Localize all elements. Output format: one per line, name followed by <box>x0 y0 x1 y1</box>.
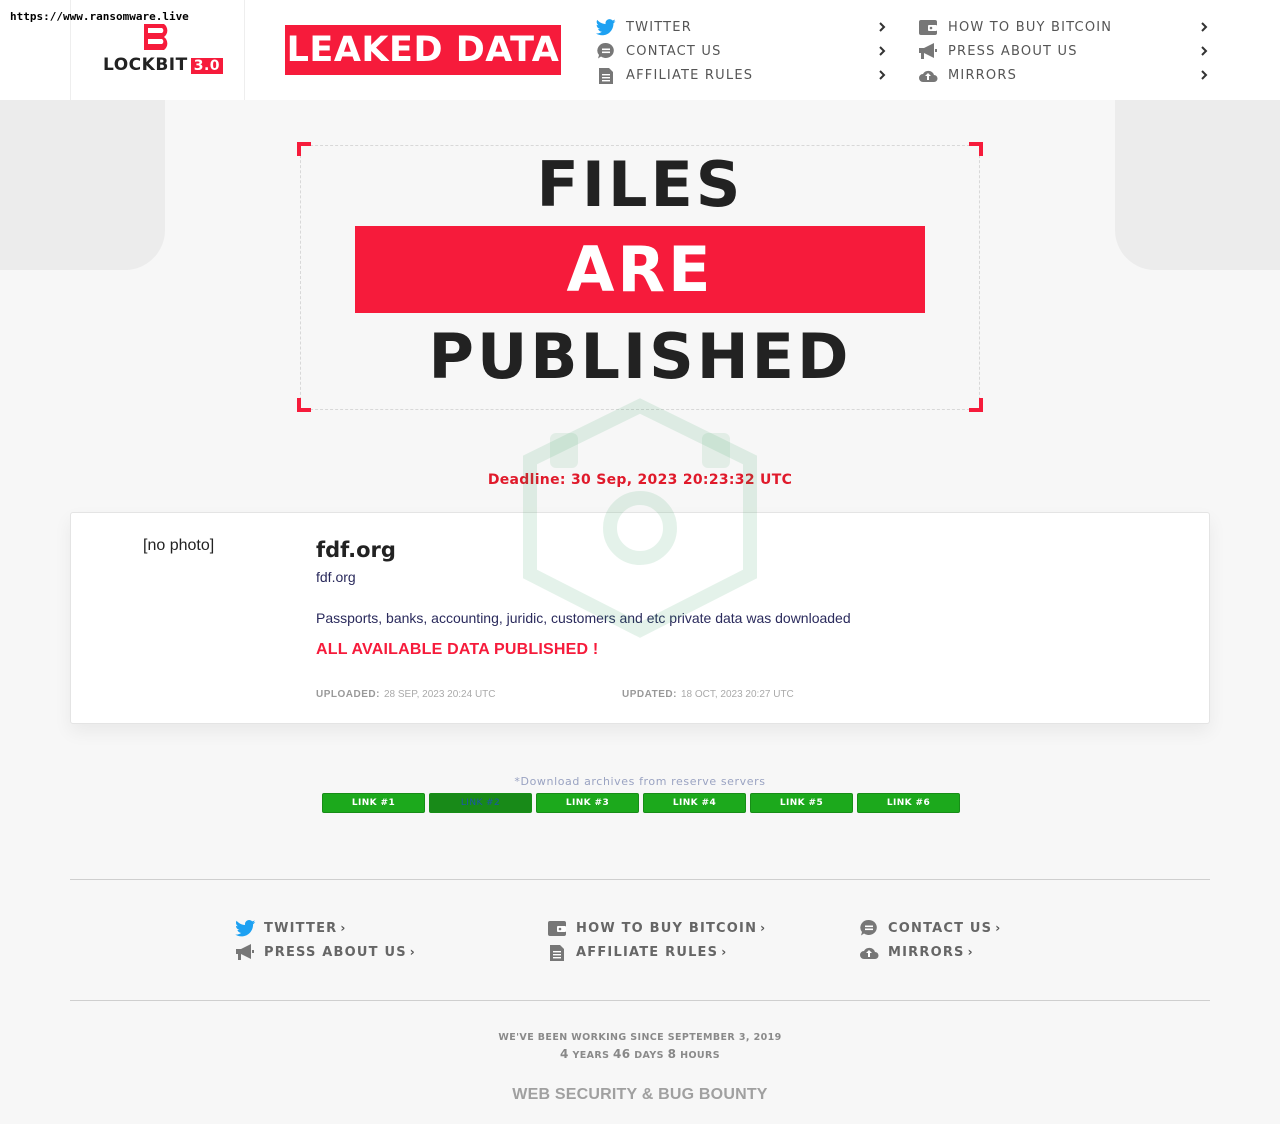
nav-press-label: PRESS ABOUT US <box>948 43 1078 59</box>
leak-post-card: [no photo] fdf.org fdf.org Passports, ba… <box>70 512 1210 724</box>
chevron-right-icon: › <box>721 945 727 959</box>
updated-date: UPDATED: 18 OCT, 2023 20:27 UTC <box>622 689 794 700</box>
download-link-3[interactable]: LINK #3 <box>536 793 639 813</box>
footer-twitter-label: TWITTER <box>264 920 338 936</box>
uploaded-date: UPLOADED: 28 SEP, 2023 20:24 UTC <box>316 689 496 700</box>
megaphone-icon <box>918 41 938 61</box>
background-decoration-right <box>1115 100 1280 270</box>
nav-mirrors-label: MIRRORS <box>948 67 1018 83</box>
chevron-right-icon <box>1201 46 1208 56</box>
footer-how-to-buy-bitcoin[interactable]: HOW TO BUY BITCOIN › <box>546 917 765 939</box>
download-link-4[interactable]: LINK #4 <box>643 793 746 813</box>
nav-affiliate-label: AFFILIATE RULES <box>626 67 754 83</box>
footer-divider-top <box>70 879 1210 880</box>
nav-affiliate-rules[interactable]: AFFILIATE RULES <box>596 63 888 87</box>
footer-press-label: PRESS ABOUT US <box>264 944 407 960</box>
frame-corner <box>969 398 983 412</box>
source-url-label: https://www.ransomware.live <box>10 10 189 23</box>
chevron-right-icon: › <box>760 921 766 935</box>
footer-mirrors[interactable]: MIRRORS › <box>858 941 973 963</box>
logo-wordmark: LOCKBIT 3.0 <box>103 55 224 75</box>
download-link-1[interactable]: LINK #1 <box>322 793 425 813</box>
chevron-right-icon: › <box>995 921 1001 935</box>
hero-are: ARE <box>566 233 714 306</box>
lockbit-logo-mark <box>144 24 168 50</box>
site-header: LOCKBIT 3.0 LEAKED DATA TWITTER CONTACT U… <box>0 0 1280 100</box>
post-photo-placeholder: [no photo] <box>143 537 215 554</box>
post-title: fdf.org <box>316 538 396 562</box>
frame-corner <box>297 398 311 412</box>
nav-contact-label: CONTACT US <box>626 43 722 59</box>
bug-bounty-link[interactable]: WEB SECURITY & BUG BOUNTY <box>0 1086 1280 1104</box>
footer-bitcoin-label: HOW TO BUY BITCOIN <box>576 920 758 936</box>
twitter-icon <box>234 918 256 938</box>
download-links: LINK #1 LINK #2 LINK #3 LINK #4 LINK #5 … <box>322 793 960 813</box>
chevron-right-icon: › <box>409 945 415 959</box>
post-status: ALL AVAILABLE DATA PUBLISHED ! <box>316 641 599 658</box>
download-link-5[interactable]: LINK #5 <box>750 793 853 813</box>
chat-icon <box>858 918 880 938</box>
nav-twitter-label: TWITTER <box>626 19 692 35</box>
elapsed-time: 4 YEARS 46 DAYS 8 HOURS <box>559 1047 721 1061</box>
leaked-data-banner: LEAKED DATA <box>285 25 561 75</box>
document-icon <box>546 942 568 962</box>
document-icon <box>596 65 616 85</box>
nav-bitcoin-label: HOW TO BUY BITCOIN <box>948 19 1113 35</box>
download-link-2[interactable]: LINK #2 <box>429 793 532 813</box>
chevron-right-icon: › <box>967 945 973 959</box>
chevron-right-icon <box>1201 22 1208 32</box>
footer-contact-us[interactable]: CONTACT US › <box>858 917 1000 939</box>
hero-published: PUBLISHED <box>428 320 852 393</box>
footer-twitter[interactable]: TWITTER › <box>234 917 345 939</box>
hero-files: FILES <box>536 148 744 221</box>
chevron-right-icon <box>879 70 886 80</box>
footer-mirrors-label: MIRRORS <box>888 944 965 960</box>
chevron-right-icon <box>1201 70 1208 80</box>
working-since: WE'VE BEEN WORKING SINCE SEPTEMBER 3, 20… <box>498 1032 782 1043</box>
post-website-link[interactable]: fdf.org <box>316 569 356 585</box>
footer-affiliate-label: AFFILIATE RULES <box>576 944 719 960</box>
nav-mirrors[interactable]: MIRRORS <box>918 63 1210 87</box>
footer-press-about-us[interactable]: PRESS ABOUT US › <box>234 941 415 963</box>
chat-icon <box>596 41 616 61</box>
footer-affiliate-rules[interactable]: AFFILIATE RULES › <box>546 941 726 963</box>
nav-how-to-buy-bitcoin[interactable]: HOW TO BUY BITCOIN <box>918 15 1210 39</box>
post-description: Passports, banks, accounting, juridic, c… <box>316 610 851 626</box>
deadline-text: Deadline: 30 Sep, 2023 20:23:32 UTC <box>487 472 793 488</box>
footer-contact-label: CONTACT US <box>888 920 993 936</box>
wallet-icon <box>918 17 938 37</box>
background-decoration-left <box>0 100 165 270</box>
cloud-upload-icon <box>918 65 938 85</box>
cloud-upload-icon <box>858 942 880 962</box>
nav-press-about-us[interactable]: PRESS ABOUT US <box>918 39 1210 63</box>
header-nav-right: HOW TO BUY BITCOIN PRESS ABOUT US MIRROR… <box>918 15 1210 87</box>
chevron-right-icon <box>879 46 886 56</box>
reserve-servers-note: *Download archives from reserve servers <box>514 775 766 788</box>
wallet-icon <box>546 918 568 938</box>
nav-contact[interactable]: CONTACT US <box>596 39 888 63</box>
header-nav-left: TWITTER CONTACT US AFFILIATE RULES <box>596 15 888 87</box>
chevron-right-icon <box>879 22 886 32</box>
footer-divider-bottom <box>70 1000 1210 1001</box>
twitter-icon <box>596 17 616 37</box>
chevron-right-icon: › <box>340 921 346 935</box>
megaphone-icon <box>234 942 256 962</box>
nav-twitter[interactable]: TWITTER <box>596 15 888 39</box>
download-link-6[interactable]: LINK #6 <box>857 793 960 813</box>
